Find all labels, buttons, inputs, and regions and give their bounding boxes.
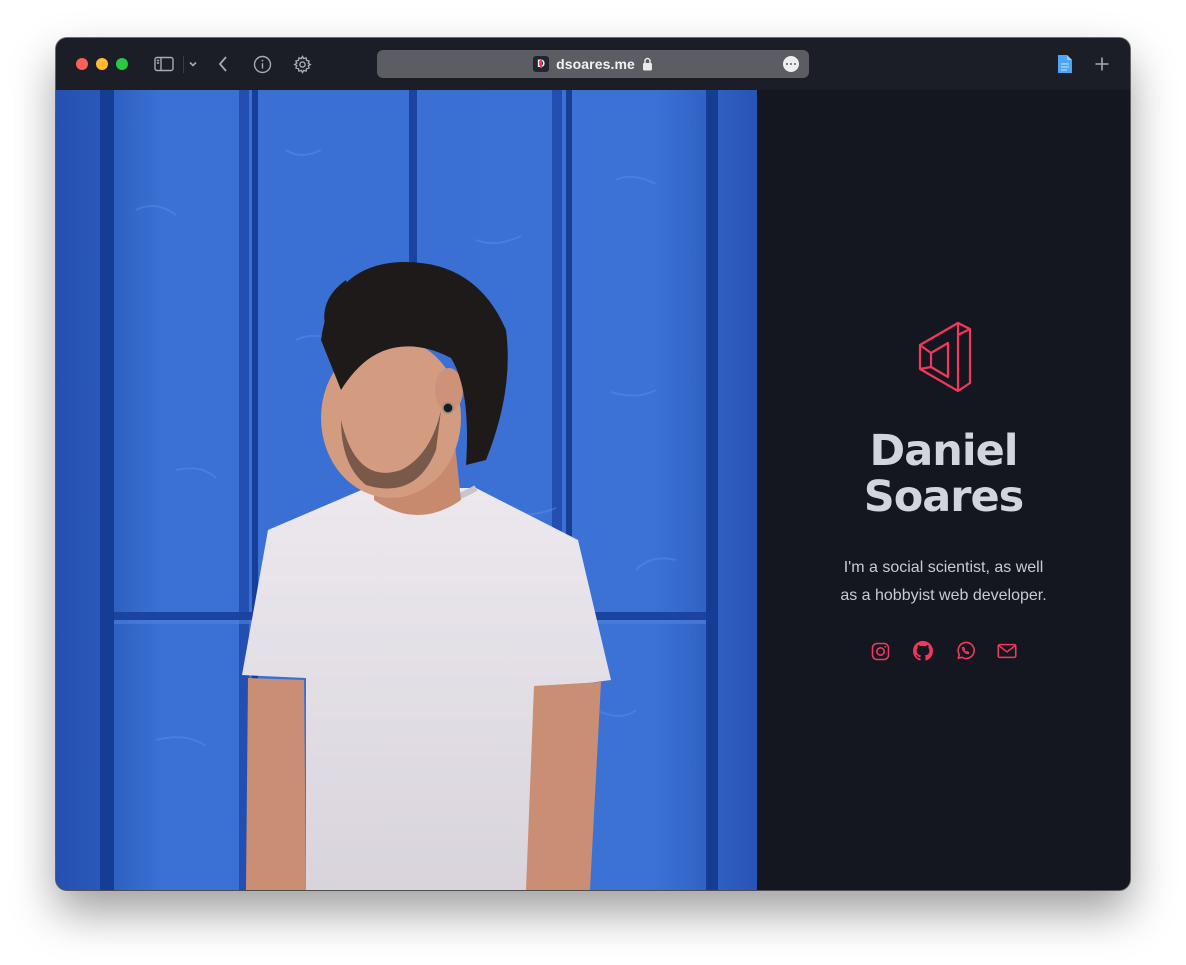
- social-links: [757, 641, 1130, 661]
- browser-window: D dsoares.me Daniel Soares I'm a social …: [56, 38, 1130, 890]
- profile-photo: [56, 90, 757, 890]
- gear-icon[interactable]: [292, 54, 312, 74]
- back-icon[interactable]: [213, 54, 233, 74]
- page-menu-icon[interactable]: [783, 56, 799, 72]
- whatsapp-icon[interactable]: [955, 641, 975, 661]
- lock-icon: [642, 57, 653, 71]
- profile-name: Daniel Soares: [757, 428, 1130, 520]
- logo-icon: [914, 313, 974, 395]
- chevron-down-icon[interactable]: [183, 54, 203, 74]
- site-favicon: D: [533, 56, 550, 72]
- page-content: Daniel Soares I'm a social scientist, as…: [56, 90, 1130, 890]
- intro-panel: Daniel Soares I'm a social scientist, as…: [757, 90, 1130, 890]
- github-icon[interactable]: [912, 641, 933, 661]
- browser-toolbar: D dsoares.me: [56, 38, 1130, 90]
- tagline-line-1: I'm a social scientist, as well: [843, 559, 1044, 576]
- minimize-window-button[interactable]: [96, 58, 108, 70]
- document-icon[interactable]: [1054, 54, 1074, 74]
- new-tab-icon[interactable]: [1092, 54, 1112, 74]
- instagram-icon[interactable]: [871, 641, 891, 661]
- name-first: Daniel: [869, 426, 1019, 476]
- sidebar-toggle-icon[interactable]: [154, 54, 174, 74]
- zoom-window-button[interactable]: [116, 58, 128, 70]
- mail-icon[interactable]: [996, 641, 1017, 661]
- profile-tagline: I'm a social scientist, as well as a hob…: [757, 554, 1130, 610]
- close-window-button[interactable]: [76, 58, 88, 70]
- url-domain: dsoares.me: [556, 56, 635, 72]
- info-icon[interactable]: [252, 54, 272, 74]
- name-last: Soares: [863, 472, 1025, 522]
- address-bar[interactable]: D dsoares.me: [377, 50, 809, 78]
- tagline-line-2: as a hobbyist web developer.: [840, 587, 1047, 604]
